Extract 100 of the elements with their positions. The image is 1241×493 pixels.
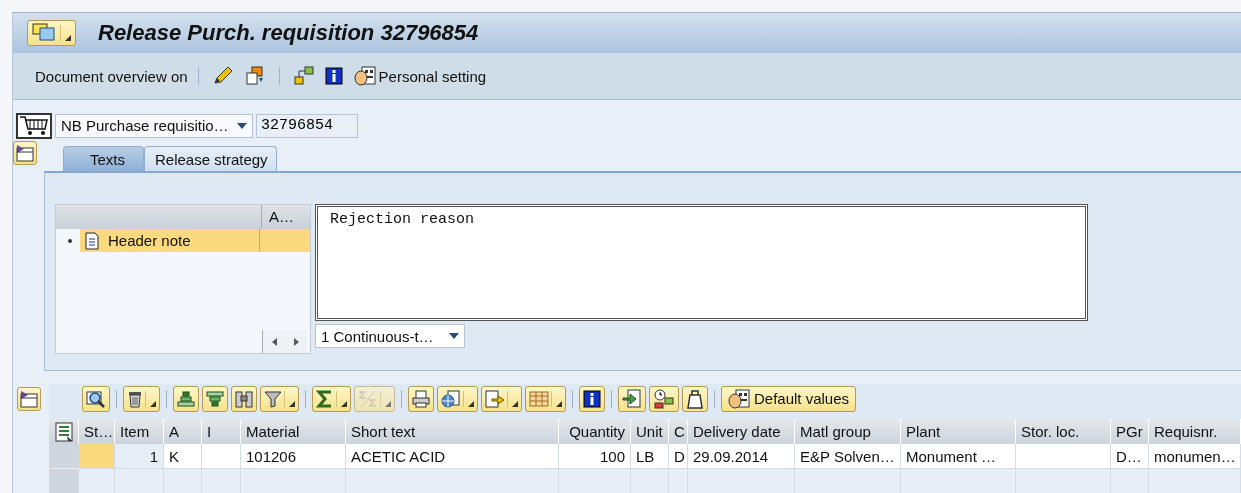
dropdown-arrow-icon — [237, 122, 247, 129]
caret-icon — [150, 400, 156, 407]
table-cell: K — [164, 444, 202, 469]
sort-descending-icon — [206, 389, 224, 408]
info-button[interactable] — [579, 385, 605, 412]
right-arrow-icon — [293, 337, 299, 346]
total-button[interactable] — [312, 385, 351, 412]
find-button[interactable] — [231, 385, 257, 412]
table-cell: D — [669, 444, 688, 469]
magnifier-icon — [86, 389, 106, 408]
table-cell: D… — [1111, 444, 1149, 469]
bullet-icon — [68, 238, 72, 243]
default-values-button[interactable]: Default values — [721, 385, 857, 412]
left-arrow-icon — [271, 337, 277, 346]
collapse-panel-icon — [19, 389, 39, 409]
pencil-icon — [211, 66, 234, 86]
column-header: Plant — [901, 419, 1016, 444]
document-number-field[interactable]: 32796854 — [256, 113, 358, 138]
table-cell: Monument … — [901, 444, 1016, 469]
copy-document-icon — [243, 66, 266, 86]
document-arrow-icon — [622, 388, 642, 409]
table-cell: 100 — [559, 444, 631, 469]
menu-button[interactable] — [27, 20, 76, 46]
collapse-panel-icon — [15, 143, 35, 163]
grid-icon — [529, 390, 549, 407]
column-header: Short text — [346, 419, 559, 444]
window-title: Release Purch. requisition 32796854 — [98, 20, 479, 46]
column-header: St… — [79, 419, 115, 444]
print-button[interactable] — [408, 385, 434, 412]
table-cell: 1 — [115, 444, 164, 469]
export-button[interactable] — [481, 385, 522, 412]
column-header: Stor. loc. — [1016, 419, 1111, 444]
layout-icon — [52, 421, 75, 442]
format-dropdown[interactable]: 1 Continuous-t… — [315, 324, 465, 348]
info-icon — [583, 389, 601, 408]
sum-icon — [316, 389, 334, 408]
caret-icon — [468, 400, 474, 407]
column-header: Item — [115, 419, 164, 444]
caret-icon — [289, 400, 295, 407]
sort-ascending-icon — [177, 389, 195, 408]
column-header: I — [202, 419, 241, 444]
bag-icon — [686, 388, 704, 409]
details-button[interactable] — [82, 385, 110, 412]
caret-icon — [65, 35, 71, 41]
table-cell: LB — [631, 444, 669, 469]
funnel-icon — [264, 389, 282, 408]
bag-button[interactable] — [682, 385, 708, 412]
tab[interactable]: Release strategy — [144, 146, 277, 171]
scroll-right-button[interactable] — [285, 330, 307, 353]
views-button[interactable] — [437, 385, 478, 412]
table-cell: E&P Solven… — [795, 444, 901, 469]
settings-face-icon — [728, 388, 750, 409]
caret-icon — [385, 400, 391, 407]
scroll-left-button[interactable] — [263, 330, 285, 353]
column-header: PGr — [1111, 419, 1149, 444]
info-icon — [324, 67, 343, 85]
sort-ascending-button[interactable] — [173, 385, 199, 412]
caret-icon — [556, 400, 562, 407]
caret-icon — [512, 400, 518, 407]
subtotal-icon — [358, 389, 378, 408]
column-header: C — [669, 419, 688, 444]
menu-icon — [32, 23, 58, 43]
tab[interactable]: Texts — [63, 146, 144, 171]
collapse-button[interactable] — [17, 387, 41, 411]
filter-button[interactable] — [260, 385, 299, 412]
table-cell: monumen… — [1149, 444, 1241, 469]
layout-button[interactable] — [525, 385, 566, 412]
dropdown-arrow-icon — [449, 333, 459, 339]
hierarchy-icon — [292, 66, 315, 86]
text-editor[interactable]: Rejection reason — [315, 204, 1088, 321]
trash-icon — [127, 389, 143, 408]
table-cell: 101206 — [241, 444, 346, 469]
column-header: Requisnr. — [1149, 419, 1241, 444]
export-icon — [485, 389, 505, 408]
settings-face-icon — [353, 66, 376, 86]
document-overview-button[interactable]: Document overview on — [33, 65, 190, 87]
tree-cell — [259, 229, 310, 252]
delete-button[interactable] — [123, 385, 160, 412]
status-button[interactable] — [649, 385, 679, 412]
globe-document-icon — [441, 389, 461, 408]
cart-button[interactable] — [16, 112, 52, 139]
tree-item[interactable]: Header note — [80, 229, 259, 252]
caret-icon — [341, 400, 347, 407]
info-button[interactable] — [322, 65, 345, 87]
sort-descending-button[interactable] — [202, 385, 228, 412]
table-cell: 29.09.2014 — [688, 444, 795, 469]
binoculars-icon — [235, 389, 253, 408]
table-cell: ACETIC ACID — [346, 444, 559, 469]
column-header: Quantity — [559, 419, 631, 444]
printer-icon — [412, 389, 430, 408]
column-header: Delivery date — [688, 419, 795, 444]
column-header: A… — [268, 207, 295, 227]
select-all-button[interactable] — [49, 419, 79, 444]
transfer-button[interactable] — [618, 385, 646, 412]
personal-setting-button[interactable]: Personal setting — [351, 64, 489, 88]
column-header: Material — [241, 419, 346, 444]
cart-icon — [19, 114, 49, 137]
collapse-button[interactable] — [13, 141, 37, 165]
column-header: Unit — [631, 419, 669, 444]
document-type-dropdown[interactable]: NB Purchase requisitio… — [55, 113, 253, 138]
